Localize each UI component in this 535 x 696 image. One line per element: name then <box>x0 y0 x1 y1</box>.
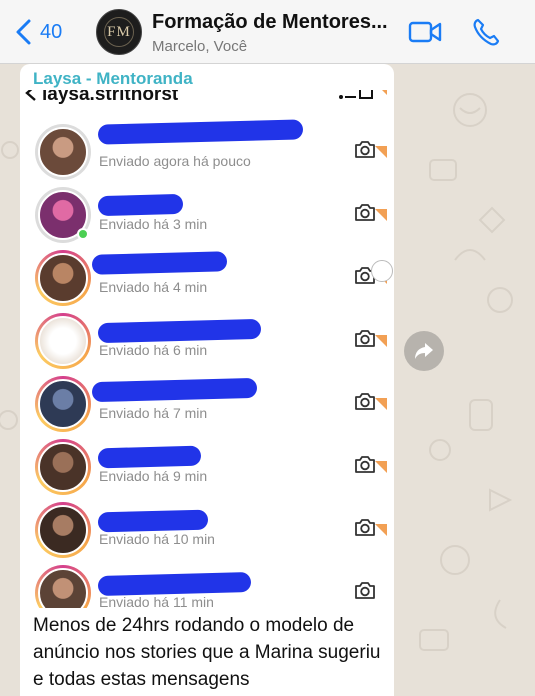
message-status: Enviado há 7 min <box>99 405 208 421</box>
redacted-name <box>97 119 304 145</box>
avatar-photo <box>38 379 88 429</box>
camera-icon[interactable] <box>354 517 376 537</box>
unread-marker <box>375 90 387 95</box>
conversation-row[interactable]: Enviado há 7 min <box>20 376 394 439</box>
back-button[interactable]: 40 <box>14 18 62 46</box>
chevron-left-icon <box>25 90 36 101</box>
forward-icon <box>415 343 433 359</box>
redacted-name <box>91 251 228 275</box>
message-status: Enviado há 3 min <box>99 216 208 232</box>
message-status: Enviado agora há pouco <box>99 153 251 169</box>
phone-icon[interactable] <box>472 17 500 47</box>
camera-icon[interactable] <box>354 328 376 348</box>
group-avatar[interactable]: FM <box>96 9 142 55</box>
redacted-name <box>97 193 184 217</box>
avatar[interactable] <box>35 565 91 608</box>
camera-icon[interactable] <box>354 580 376 600</box>
unread-marker <box>375 146 387 158</box>
redacted-name <box>91 377 258 403</box>
camera-icon[interactable] <box>354 391 376 411</box>
avatar-logo <box>38 316 88 366</box>
conversation-row[interactable]: Enviado agora há pouco <box>20 119 394 187</box>
edit-icon <box>359 90 373 99</box>
conversation-row[interactable]: Enviado há 6 min <box>20 313 394 376</box>
avatar[interactable] <box>35 313 91 369</box>
message-status: Enviado há 4 min <box>99 279 208 295</box>
chat-header: 40 FM Formação de Mentores... Marcelo, V… <box>0 0 535 64</box>
avatar[interactable] <box>35 502 91 558</box>
conversation-row[interactable]: Enviado há 3 min <box>20 187 394 250</box>
conversation-row[interactable]: Enviado há 9 min <box>20 439 394 502</box>
message-status: Enviado há 9 min <box>99 468 208 484</box>
redacted-name <box>97 318 262 344</box>
sender-name: Laysa - Mentoranda <box>33 69 193 88</box>
avatar[interactable] <box>35 124 91 180</box>
avatar[interactable] <box>35 439 91 495</box>
message-status: Enviado há 6 min <box>99 342 208 358</box>
unread-marker <box>375 461 387 473</box>
avatar-photo <box>38 568 88 608</box>
avatar-photo <box>38 253 88 303</box>
avatar-photo <box>38 127 88 177</box>
camera-icon[interactable] <box>354 202 376 222</box>
chevron-left-icon <box>16 19 31 45</box>
unread-marker <box>375 335 387 347</box>
chat-participants[interactable]: Marcelo, Você <box>152 38 247 55</box>
scroll-indicator <box>371 260 393 282</box>
camera-icon[interactable] <box>354 454 376 474</box>
unread-count: 40 <box>40 20 63 43</box>
redacted-name <box>97 509 209 533</box>
message-caption: Menos de 24hrs rodando o modelo de anúnc… <box>33 615 381 690</box>
message-status: Enviado há 11 min <box>99 594 214 608</box>
unread-marker <box>375 209 387 221</box>
menu-icon <box>339 95 356 99</box>
redacted-name <box>97 445 202 469</box>
avatar-photo <box>38 442 88 492</box>
unread-marker <box>375 524 387 536</box>
conversation-row[interactable]: Enviado há 10 min <box>20 502 394 565</box>
camera-icon[interactable] <box>354 139 376 159</box>
group-avatar-logo-text: FM <box>107 23 131 40</box>
message-status: Enviado há 10 min <box>99 531 215 547</box>
video-call-icon[interactable] <box>408 19 442 45</box>
redacted-name <box>97 572 252 596</box>
avatar[interactable] <box>35 250 91 306</box>
conversation-row[interactable]: Enviado há 11 min <box>20 565 394 608</box>
online-indicator <box>77 228 89 240</box>
forward-button[interactable] <box>404 331 444 371</box>
avatar-photo <box>38 505 88 555</box>
unread-marker <box>375 398 387 410</box>
chat-title[interactable]: Formação de Mentores... <box>152 11 388 34</box>
conversation-row[interactable]: Enviado há 4 min <box>20 250 394 313</box>
message-bubble[interactable]: Laysa - Mentoranda laysa.strithorst Envi… <box>20 64 394 696</box>
attached-screenshot[interactable]: laysa.strithorst Enviado agora há pouco E… <box>20 90 394 608</box>
screenshot-username: laysa.strithorst <box>42 90 179 105</box>
avatar[interactable] <box>35 376 91 432</box>
